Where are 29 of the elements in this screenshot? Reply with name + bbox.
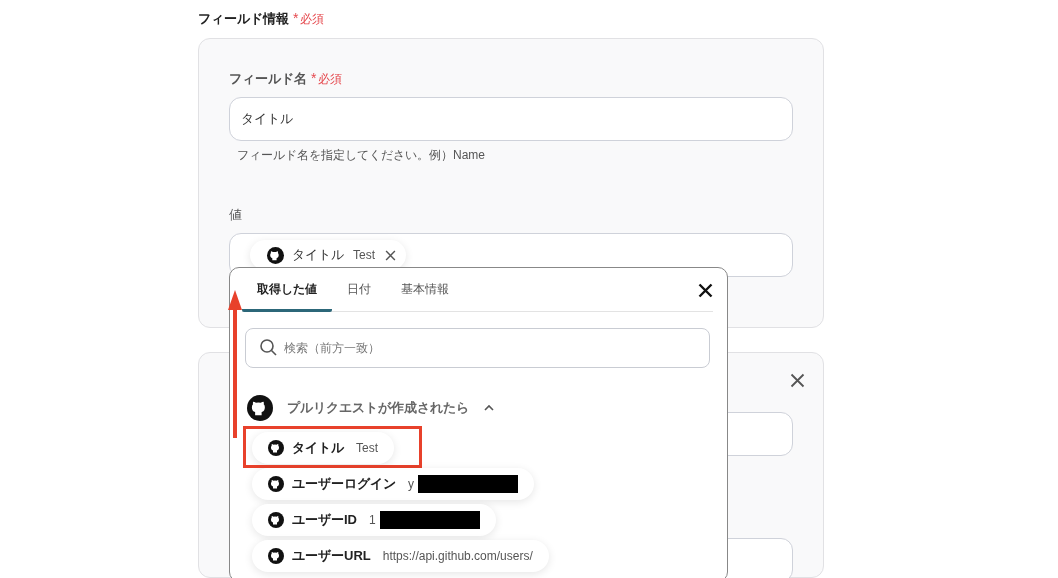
close-icon[interactable] [790,373,805,388]
required-label: 必須 [300,11,325,28]
field-label: フィールド名 [229,70,307,88]
field-label: フィールド情報 [198,10,289,28]
value-item[interactable]: ユーザーログイン y [252,468,534,500]
group-header[interactable]: プルリクエストが作成されたら [242,386,713,430]
value-item[interactable]: ユーザーID 1 [252,504,496,536]
cat-logo-icon [247,395,273,421]
required-label: 必須 [318,71,343,88]
required-mark: * [293,10,299,26]
search-field[interactable]: 検索（前方一致） [245,328,710,368]
value-item[interactable]: タイトル Test [252,432,394,464]
text-field[interactable]: タイトル [229,97,793,141]
field-label: 値 [229,206,242,224]
cat-logo-icon [268,476,284,492]
cat-logo-icon [267,246,284,264]
value-tag[interactable]: タイトル Test [250,240,406,270]
tab[interactable]: 取得した値 [242,281,332,312]
tab[interactable]: 日付 [332,281,386,312]
close-icon[interactable] [698,283,713,298]
tab[interactable]: 基本情報 [386,281,464,312]
field-hint: フィールド名を指定してください。例）Name [237,147,486,164]
cat-logo-icon [268,512,284,528]
search-icon [259,338,279,358]
required-mark: * [311,70,317,86]
cat-logo-icon [268,440,284,456]
remove-icon[interactable] [383,249,396,261]
value-item[interactable]: ユーザーURL https://api.github.com/users/ [252,540,549,572]
cat-logo-icon [268,548,284,564]
